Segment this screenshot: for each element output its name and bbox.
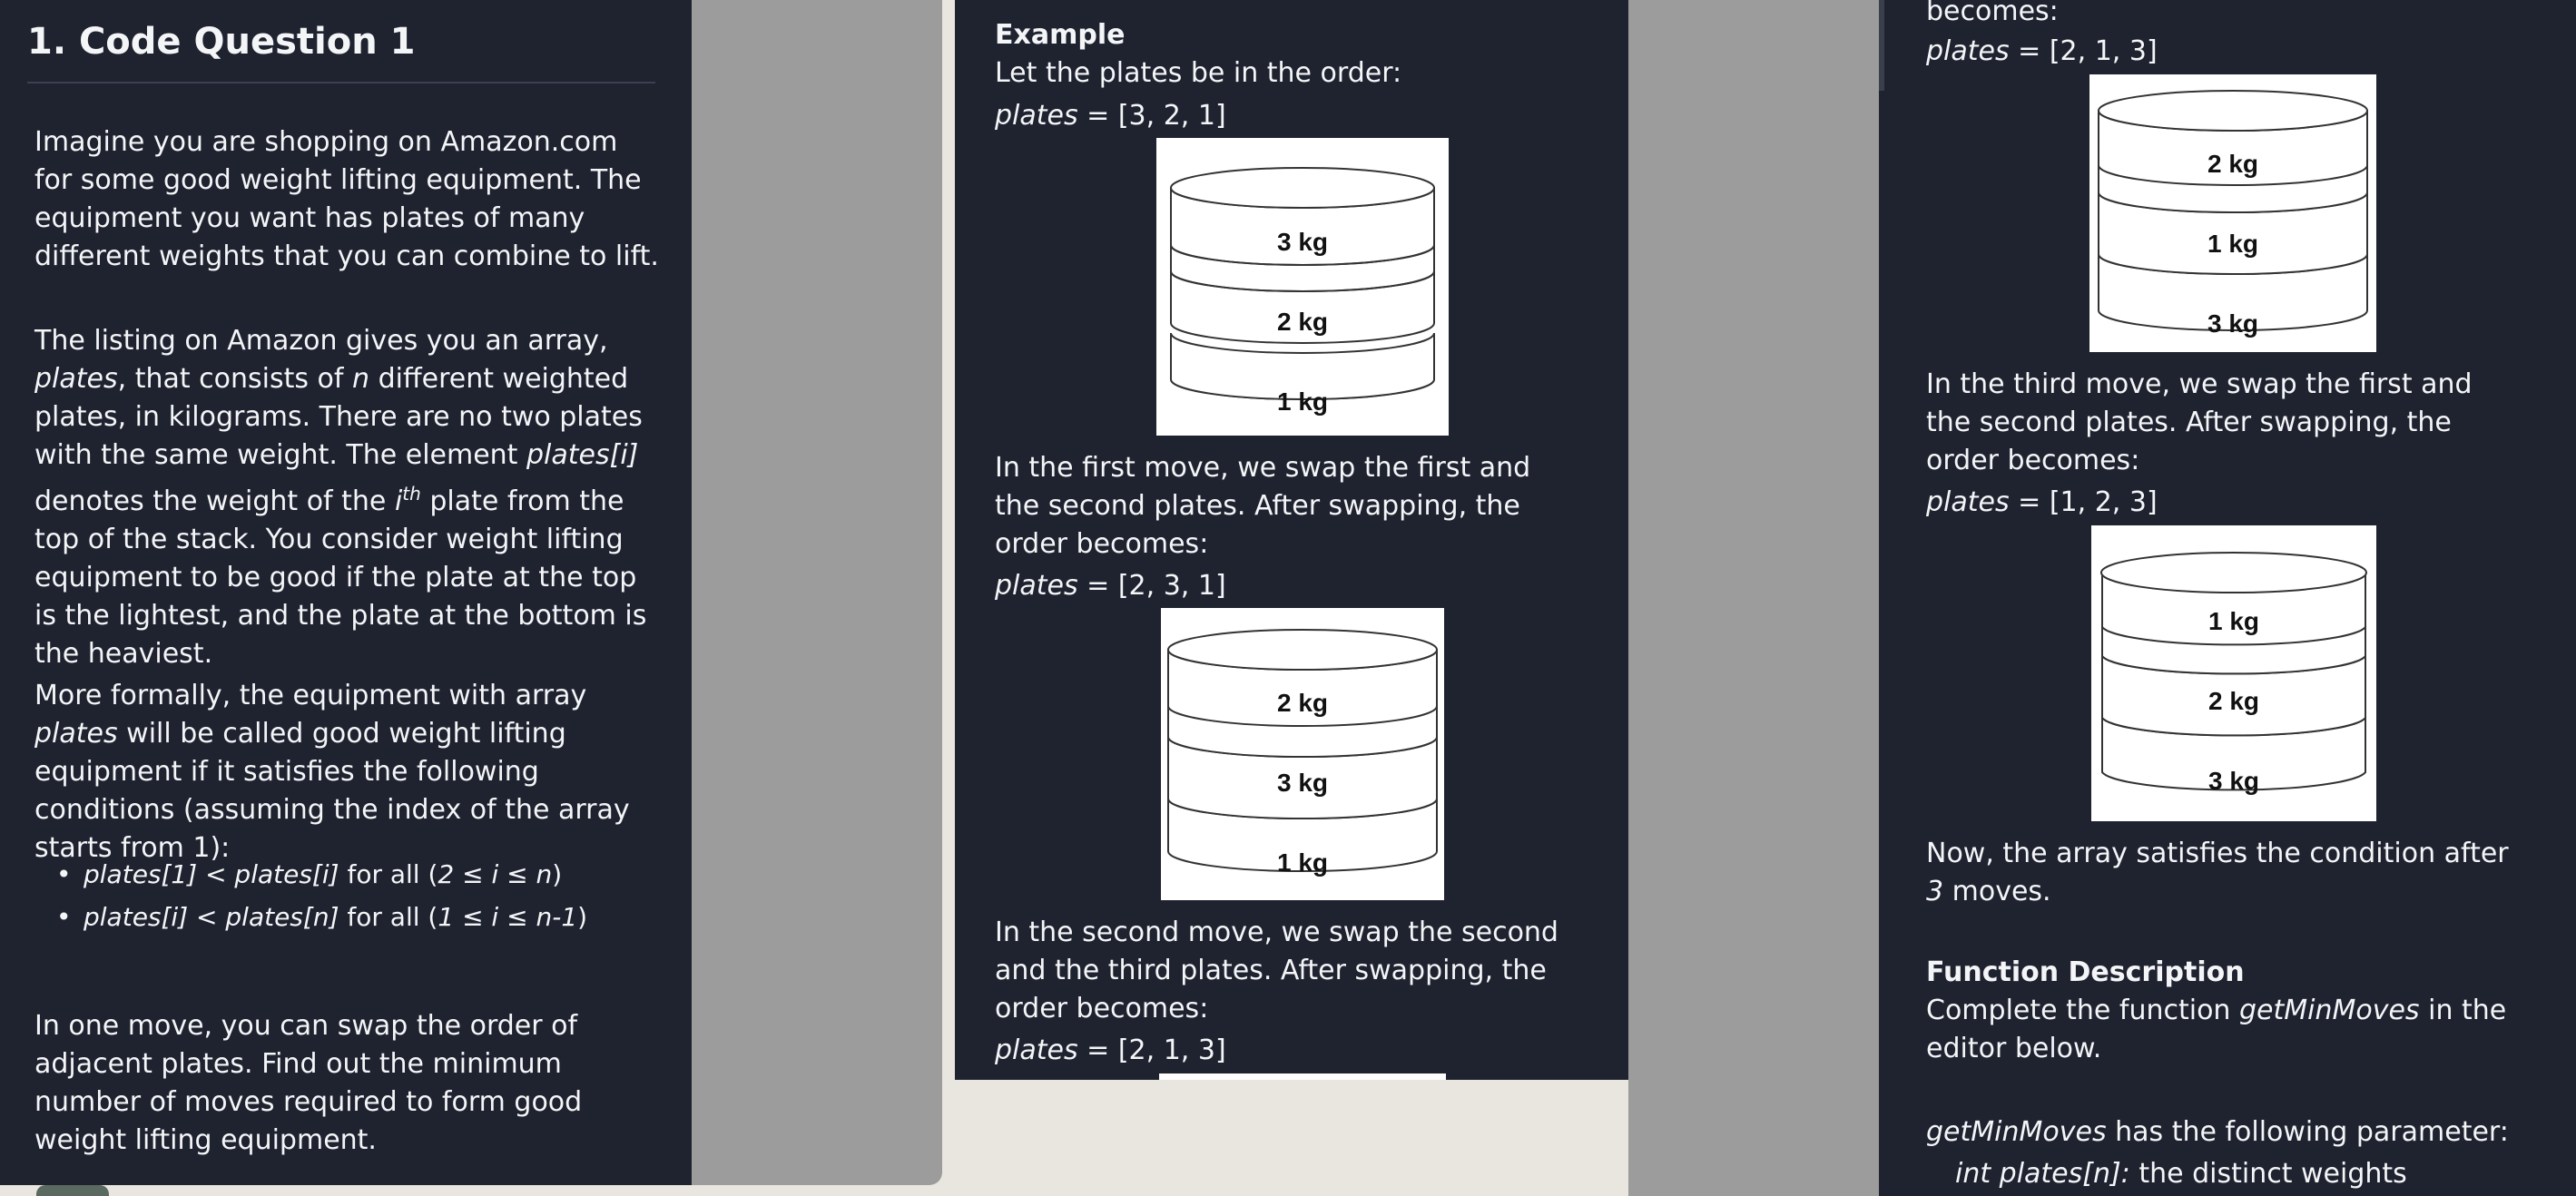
plate-stack-image-move-3: 1 kg 2 kg 3 kg	[2091, 525, 2376, 821]
result-text: Now, the array satisfies the condition a…	[1926, 838, 2509, 907]
plate-label: 2 kg	[2208, 687, 2259, 715]
example-panel: Example Let the plates be in the order: …	[955, 0, 1628, 1080]
question-panel: 1. Code Question 1 Imagine you are shopp…	[0, 0, 692, 1185]
plate-label: 3 kg	[1277, 769, 1328, 797]
intro-paragraph: Imagine you are shopping on Amazon.com f…	[34, 126, 659, 272]
parameter-intro: getMinMoves has the following parameter:	[1926, 1116, 2509, 1148]
plate-label: 1 kg	[2207, 230, 2258, 258]
condition-1: plates[1] < plates[i] for all (2 ≤ i ≤ n…	[56, 853, 655, 896]
condition-2: plates[i] < plates[n] for all (1 ≤ i ≤ n…	[56, 896, 655, 938]
array-after-move-2: plates = [2, 1, 3]	[995, 1034, 1226, 1066]
plate-stack-image-cut	[1159, 1073, 1446, 1080]
continued-panel: becomes: plates = [2, 1, 3] 2 kg 1 kg 3 …	[1879, 0, 2576, 1196]
function-description-heading: Function Description	[1926, 956, 2245, 988]
formal-paragraph: More formally, the equipment with array …	[34, 680, 630, 864]
plate-label: 1 kg	[1277, 387, 1328, 416]
plate-label: 1 kg	[2208, 607, 2259, 635]
array-initial: plates = [3, 2, 1]	[995, 100, 1226, 132]
plate-stack-image-initial: 3 kg 2 kg 1 kg	[1156, 138, 1449, 436]
plate-stack-image-move-1: 2 kg 3 kg 1 kg	[1161, 608, 1444, 900]
becomes-text: becomes:	[1926, 0, 2059, 27]
plate-label: 2 kg	[1277, 308, 1328, 336]
array-after-move-2-repeat: plates = [2, 1, 3]	[1926, 35, 2158, 67]
page-title: 1. Code Question 1	[27, 21, 416, 63]
example-intro: Let the plates be in the order:	[995, 57, 1402, 89]
array-after-move-1: plates = [2, 3, 1]	[995, 570, 1226, 602]
plate-label: 1 kg	[1277, 848, 1328, 877]
moves-paragraph: In one move, you can swap the order of a…	[34, 1010, 583, 1156]
title-divider	[27, 82, 655, 83]
scrollbar[interactable]	[1879, 0, 1884, 91]
move-3-text: In the third move, we swap the first and…	[1926, 368, 2473, 476]
background-strip-left	[692, 0, 942, 1185]
move-2-text: In the second move, we swap the second a…	[995, 917, 1558, 1024]
array-paragraph: The listing on Amazon gives you an array…	[34, 325, 647, 670]
plate-label: 3 kg	[2208, 767, 2259, 795]
array-after-move-3: plates = [1, 2, 3]	[1926, 486, 2158, 518]
plate-label: 2 kg	[2207, 150, 2258, 178]
plate-label: 3 kg	[2207, 309, 2258, 338]
conditions-list: plates[1] < plates[i] for all (2 ≤ i ≤ n…	[56, 853, 655, 938]
example-heading: Example	[995, 19, 1126, 51]
avatar	[36, 1185, 109, 1196]
plate-label: 2 kg	[1277, 689, 1328, 717]
parameter-plates: int plates[n]: the distinct weights	[1955, 1158, 2407, 1190]
plate-stack-image-move-2: 2 kg 1 kg 3 kg	[2089, 74, 2376, 352]
move-1-text: In the first move, we swap the first and…	[995, 452, 1531, 560]
plate-label: 3 kg	[1277, 228, 1328, 256]
function-description-text: Complete the function getMinMoves in the…	[1926, 995, 2507, 1064]
background-strip-right	[1628, 0, 1879, 1196]
